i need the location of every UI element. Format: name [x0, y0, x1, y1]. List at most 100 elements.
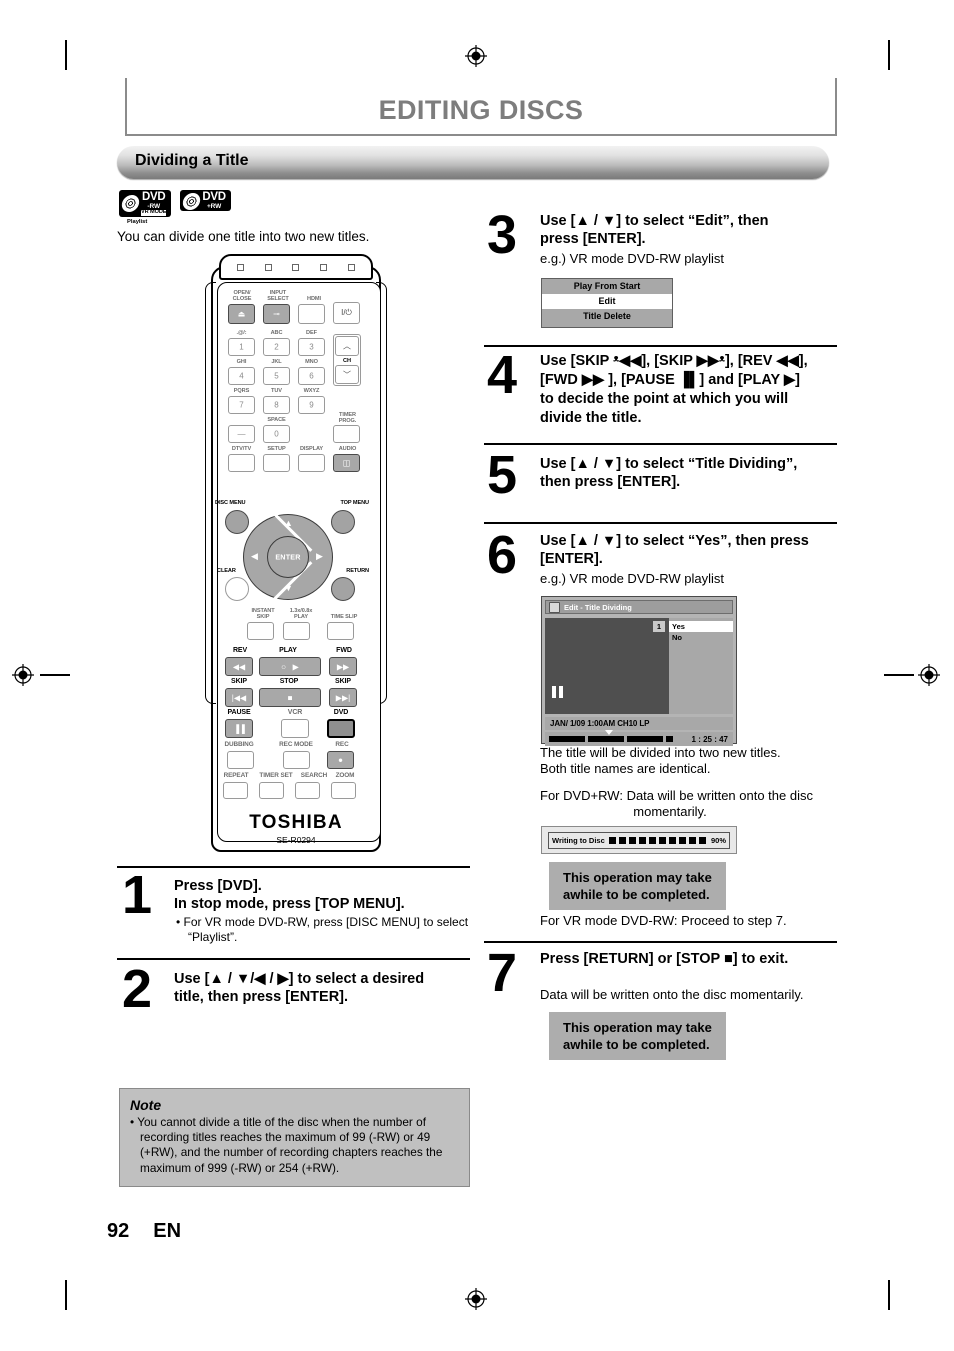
- play-button[interactable]: ○ ▶: [259, 657, 321, 676]
- section-title: Dividing a Title: [135, 152, 249, 169]
- label-key7-letters: PQRS: [233, 388, 250, 394]
- dubbing-button[interactable]: [227, 751, 254, 769]
- label-instant-skip: INSTANT SKIP: [251, 608, 275, 621]
- setup-button[interactable]: [263, 454, 290, 472]
- enter-button[interactable]: ENTER: [267, 536, 309, 578]
- dash-button[interactable]: —: [228, 425, 255, 443]
- label-top-menu: TOP MENU: [340, 500, 369, 506]
- hdmi-button[interactable]: [298, 304, 325, 324]
- rev-button[interactable]: ◀◀: [225, 657, 253, 676]
- logo-line1: DVD: [142, 191, 166, 203]
- key-7-button[interactable]: 7: [228, 396, 255, 414]
- power-button[interactable]: I/⏻: [333, 302, 360, 324]
- key-3-button[interactable]: 3: [298, 338, 325, 356]
- instant-skip-button[interactable]: [247, 622, 274, 640]
- step-6-after-line1: The title will be divided into two new t…: [540, 745, 781, 760]
- zoom-button[interactable]: [331, 782, 356, 799]
- chevron-down-icon: ﹀: [343, 370, 351, 379]
- stop-icon: ■: [287, 693, 293, 702]
- open-close-button[interactable]: ⏏: [228, 304, 255, 324]
- osd-menu-item-edit[interactable]: Edit: [542, 294, 672, 309]
- pause-icon: ▐▐: [233, 724, 245, 733]
- key-4-button[interactable]: 4: [228, 367, 255, 385]
- osd-menu-item-title-delete[interactable]: Title Delete: [542, 309, 672, 324]
- crop-mark-left-mid: [40, 674, 70, 676]
- key-6-button[interactable]: 6: [298, 367, 325, 385]
- step-6-plusrw-line1: For DVD+RW: Data will be written onto th…: [540, 788, 813, 803]
- label-audio: AUDIO: [338, 446, 357, 452]
- registration-mark-top: [465, 45, 487, 67]
- skip-forward-icon: ▶▶|: [335, 693, 351, 702]
- note-body: • You cannot divide a title of the disc …: [130, 1115, 443, 1175]
- dvd-plus-rw-icon: DVD +RW: [180, 190, 231, 211]
- crop-mark-bottom-right: [888, 1280, 890, 1310]
- osd-title-dividing-screen: Edit - Title Dividing 1 Yes No JAN/ 1/09…: [541, 596, 737, 746]
- step-5-heading-line2: then press [ENTER].: [540, 474, 681, 490]
- section-header-bar: Dividing a Title: [117, 146, 829, 179]
- disc-format-logos: DVD -RW VR MODE Playlist DVD +RW: [119, 190, 231, 225]
- key-0-button[interactable]: 0: [263, 425, 290, 443]
- remote-control-diagram: OPEN/ CLOSE INPUT SELECT HDMI ⏏ ⊸ I/⏻ .@…: [203, 252, 389, 852]
- osd-progress-row: 1 : 25 : 47: [545, 730, 733, 746]
- key-5-button[interactable]: 5: [263, 367, 290, 385]
- osd-pause-icon: [552, 686, 563, 698]
- top-menu-button[interactable]: [331, 510, 355, 534]
- step-divider: [484, 941, 837, 943]
- rec-button[interactable]: ●: [327, 751, 354, 769]
- key-2-button[interactable]: 2: [263, 338, 290, 356]
- crop-mark-top-left: [65, 40, 67, 70]
- step-4-heading-line4: divide the title.: [540, 410, 642, 426]
- dpad-up-button[interactable]: ▲: [284, 519, 293, 528]
- page-title: EDITING DISCS: [378, 95, 584, 125]
- input-select-button[interactable]: ⊸: [263, 304, 290, 324]
- remote-indicator-row: [219, 254, 373, 280]
- timer-set-button[interactable]: [259, 782, 284, 799]
- display-button[interactable]: [298, 454, 325, 472]
- page-number: 92: [107, 1220, 130, 1242]
- dpad-right-button[interactable]: ▶: [316, 552, 323, 561]
- channel-up-button[interactable]: ︿: [335, 336, 359, 356]
- osd-progress-track[interactable]: [549, 730, 673, 742]
- indicator-square-icon: [320, 263, 328, 271]
- osd-option-yes[interactable]: Yes: [669, 621, 733, 632]
- step-3-number: 3: [487, 205, 518, 265]
- key-8-button[interactable]: 8: [263, 396, 290, 414]
- audio-icon: ◫: [342, 458, 351, 468]
- dpad-down-button[interactable]: ▼: [284, 584, 293, 593]
- timer-prog-button[interactable]: [333, 425, 360, 443]
- callout-line1: This operation may take: [563, 870, 712, 885]
- time-slip-button[interactable]: [327, 622, 354, 640]
- clear-button[interactable]: [225, 577, 249, 601]
- rec-mode-button[interactable]: [283, 751, 310, 769]
- osd-menu-item-play-from-start[interactable]: Play From Start: [542, 279, 672, 294]
- skip-fwd-button[interactable]: ▶▶|: [329, 688, 357, 707]
- osd-option-no[interactable]: No: [669, 632, 733, 643]
- step-7-heading-line1: Press [RETURN] or [STOP ■] to exit.: [540, 951, 789, 967]
- repeat-button[interactable]: [223, 782, 248, 799]
- logo-line1: DVD: [202, 191, 226, 203]
- step-2-number: 2: [122, 959, 153, 1019]
- return-button[interactable]: [331, 577, 355, 601]
- speed-play-button[interactable]: [283, 622, 310, 640]
- stop-button[interactable]: ■: [259, 688, 321, 707]
- step-1-heading-line1: Press [DVD].: [174, 878, 262, 894]
- osd-screen-header: Edit - Title Dividing: [545, 600, 733, 614]
- key-9-button[interactable]: 9: [298, 396, 325, 414]
- channel-down-button[interactable]: ﹀: [335, 365, 359, 384]
- dvd-button[interactable]: [327, 719, 355, 738]
- skip-back-button[interactable]: |◀◀: [225, 688, 253, 707]
- dpad-left-button[interactable]: ◀: [251, 552, 258, 561]
- label-rec-mode: REC MODE: [279, 741, 313, 748]
- indicator-square-icon: [237, 263, 245, 271]
- label-key9-letters: WXYZ: [303, 388, 320, 394]
- key-1-button[interactable]: 1: [228, 338, 255, 356]
- note-title: Note: [130, 1097, 162, 1113]
- search-button[interactable]: [295, 782, 320, 799]
- pause-button[interactable]: ▐▐: [225, 719, 253, 738]
- vcr-button[interactable]: [281, 719, 309, 738]
- fwd-button[interactable]: ▶▶: [329, 657, 357, 676]
- label-key3-letters: DEF: [306, 330, 317, 336]
- dtv-tv-button[interactable]: [228, 454, 255, 472]
- osd-context-menu: Play From Start Edit Title Delete: [541, 278, 673, 328]
- audio-button[interactable]: ◫: [333, 454, 360, 472]
